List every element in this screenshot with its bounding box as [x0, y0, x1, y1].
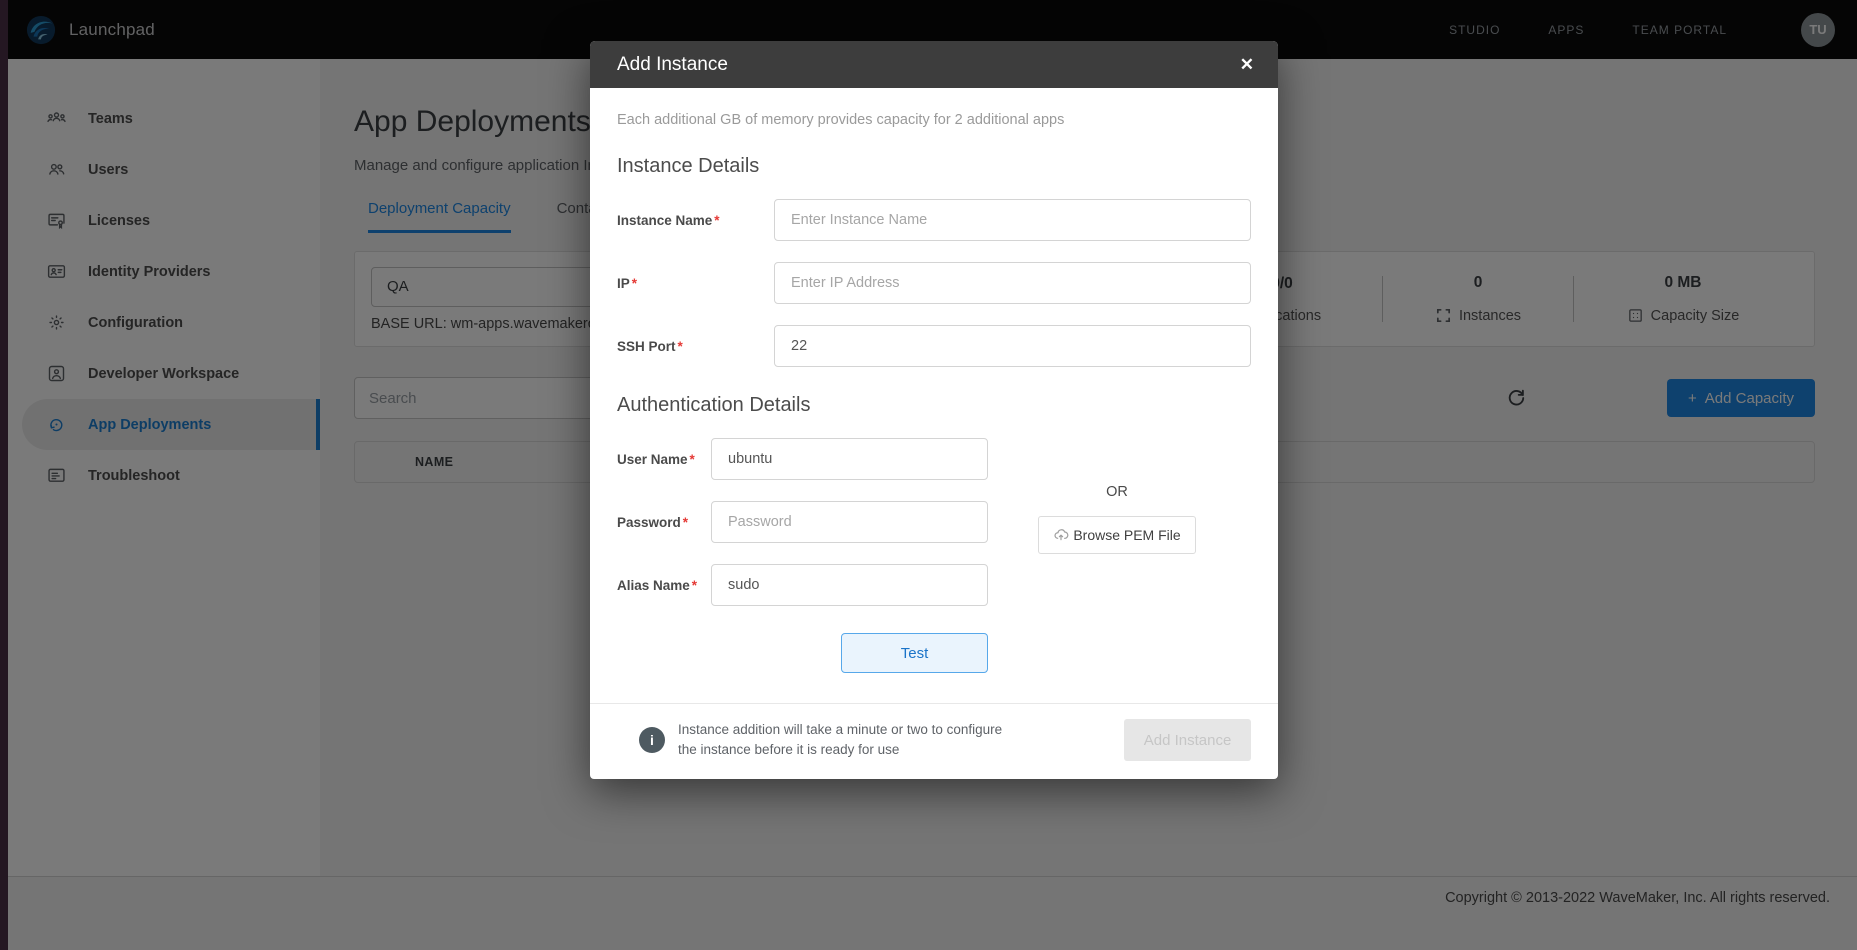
required-marker: *: [678, 339, 683, 354]
ssh-port-label: SSH Port*: [617, 339, 774, 354]
required-marker: *: [692, 578, 697, 593]
form-row-ssh-port: SSH Port*: [617, 325, 1251, 367]
form-row-user-name: User Name*: [617, 438, 1251, 480]
user-name-label: User Name*: [617, 452, 711, 467]
modal-title: Add Instance: [617, 54, 728, 76]
browse-pem-label: Browse PEM File: [1073, 527, 1180, 543]
test-button[interactable]: Test: [841, 633, 988, 673]
modal-footer: i Instance addition will take a minute o…: [590, 703, 1278, 779]
add-instance-button[interactable]: Add Instance: [1124, 719, 1251, 761]
required-marker: *: [683, 515, 688, 530]
required-marker: *: [632, 276, 637, 291]
cloud-upload-icon: [1053, 527, 1069, 543]
modal-header: Add Instance ✕: [590, 41, 1278, 88]
instance-name-field[interactable]: [774, 199, 1251, 241]
ssh-port-field[interactable]: [774, 325, 1251, 367]
password-field[interactable]: [711, 501, 988, 543]
instance-details-heading: Instance Details: [617, 155, 1251, 178]
ip-field[interactable]: [774, 262, 1251, 304]
browse-pem-button[interactable]: Browse PEM File: [1038, 516, 1196, 554]
authentication-details-heading: Authentication Details: [617, 394, 1251, 417]
pem-upload-block: OR Browse PEM File: [1038, 484, 1196, 554]
user-name-field[interactable]: [711, 438, 988, 480]
form-row-ip: IP*: [617, 262, 1251, 304]
modal-description: Each additional GB of memory provides ca…: [617, 88, 1251, 128]
or-label: OR: [1038, 484, 1196, 500]
password-label: Password*: [617, 515, 711, 530]
form-row-alias-name: Alias Name*: [617, 564, 1251, 606]
alias-name-label: Alias Name*: [617, 578, 711, 593]
required-marker: *: [714, 213, 719, 228]
ip-label: IP*: [617, 276, 774, 291]
instance-name-label: Instance Name*: [617, 213, 774, 228]
alias-name-field[interactable]: [711, 564, 988, 606]
required-marker: *: [690, 452, 695, 467]
form-row-instance-name: Instance Name*: [617, 199, 1251, 241]
info-icon: i: [639, 727, 665, 753]
add-instance-modal: Add Instance ✕ Each additional GB of mem…: [590, 41, 1278, 779]
close-icon[interactable]: ✕: [1240, 56, 1254, 73]
left-edge-strip: [0, 0, 8, 950]
modal-footer-note: Instance addition will take a minute or …: [678, 720, 1002, 761]
